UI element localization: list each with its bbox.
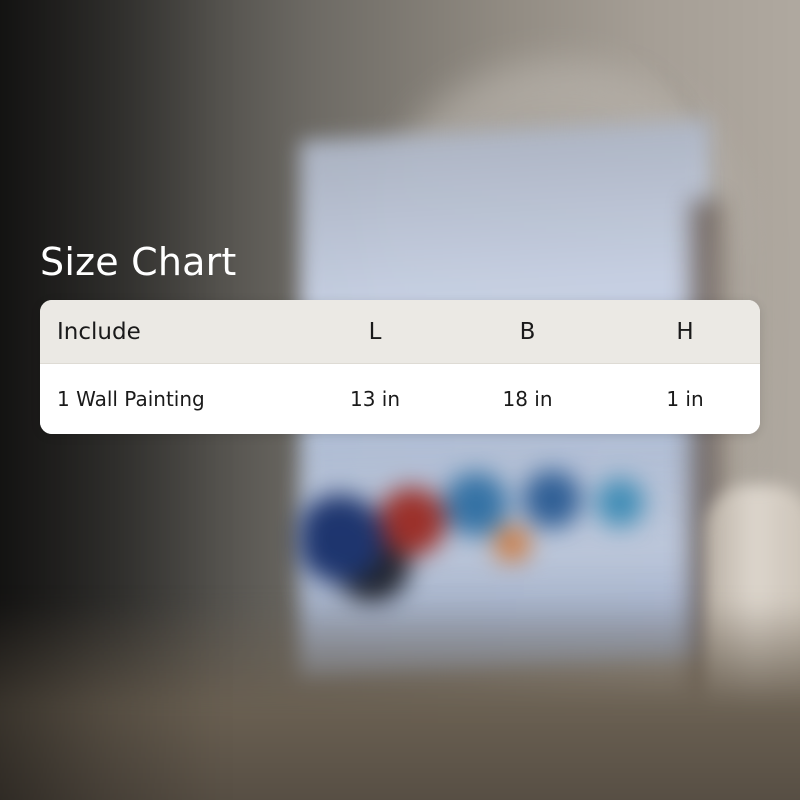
size-chart-table: Include L B H 1 Wall Painting 13 in 18 i… [40, 300, 760, 434]
background-painting-detail [300, 445, 700, 615]
cell-include: 1 Wall Painting [57, 387, 205, 411]
header-include: Include [57, 318, 141, 345]
cell-height: 1 in [666, 387, 704, 411]
size-chart-title: Size Chart [40, 240, 237, 284]
table-header-row: Include L B H [40, 300, 760, 364]
cell-breadth: 18 in [502, 387, 553, 411]
cell-length: 13 in [349, 387, 401, 411]
header-height: H [676, 318, 694, 345]
header-length: L [368, 318, 382, 345]
table-row: 1 Wall Painting 13 in 18 in 1 in [40, 364, 760, 434]
header-breadth: B [519, 318, 536, 345]
